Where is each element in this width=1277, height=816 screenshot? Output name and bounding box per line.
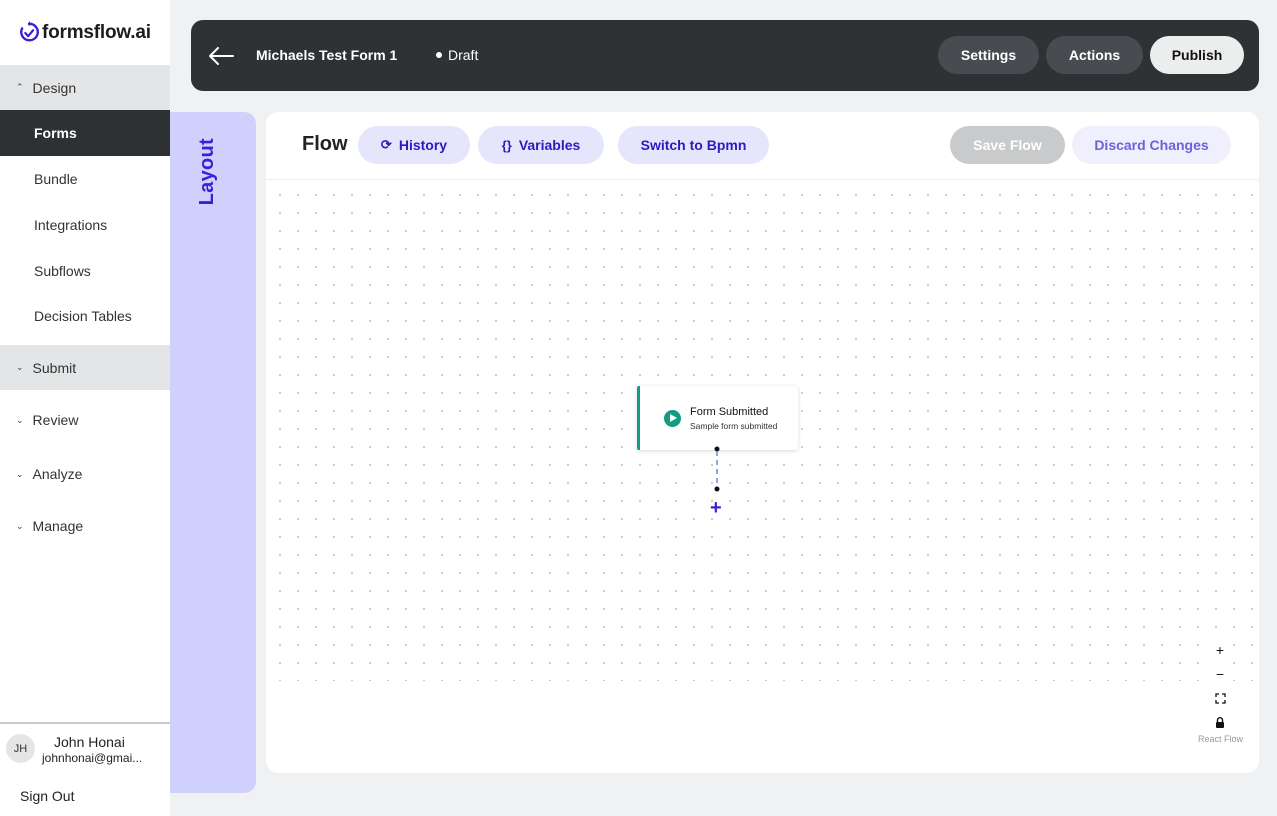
user-name: John Honai bbox=[54, 734, 125, 750]
publish-button[interactable]: Publish bbox=[1150, 36, 1244, 74]
chevron-down-icon: ⌄ bbox=[16, 414, 24, 425]
chevron-down-icon: ⌄ bbox=[16, 468, 24, 479]
brand-name: formsflow.ai bbox=[42, 22, 151, 43]
sidebar: formsflow.ai ⌃ Design Forms Bundle Integ… bbox=[0, 0, 170, 816]
flow-node-form-submitted[interactable]: Form Submitted Sample form submitted bbox=[637, 386, 798, 450]
flow-toolbar: Flow ⟳ History {} Variables Switch to Bp… bbox=[266, 112, 1259, 180]
chevron-down-icon: ⌄ bbox=[16, 520, 24, 531]
zoom-out-button[interactable]: − bbox=[1208, 662, 1232, 686]
nav-section-analyze[interactable]: ⌄ Analyze bbox=[0, 452, 170, 496]
save-flow-button[interactable]: Save Flow bbox=[950, 126, 1065, 164]
history-button[interactable]: ⟳ History bbox=[358, 126, 470, 164]
history-label: History bbox=[398, 137, 448, 153]
react-flow-attribution[interactable]: React Flow bbox=[1198, 734, 1243, 744]
nav-item-integrations[interactable]: Integrations bbox=[0, 201, 170, 248]
nav-section-label: Design bbox=[32, 79, 77, 96]
back-arrow-icon[interactable] bbox=[207, 42, 235, 70]
chevron-up-icon: ⌃ bbox=[16, 82, 24, 92]
layout-label: Layout bbox=[196, 138, 218, 206]
nav-section-design[interactable]: ⌃ Design bbox=[0, 65, 170, 110]
nav-section-submit[interactable]: ⌄ Submit bbox=[0, 345, 170, 390]
fit-view-icon bbox=[1214, 692, 1226, 704]
user-email: johnhonai@gmai... bbox=[42, 751, 143, 765]
braces-icon: {} bbox=[501, 137, 512, 153]
add-node-plus-icon[interactable]: + bbox=[710, 498, 722, 518]
avatar: JH bbox=[6, 734, 35, 763]
actions-button[interactable]: Actions bbox=[1046, 36, 1143, 74]
flow-title: Flow bbox=[302, 133, 348, 155]
formsflow-logo-icon bbox=[20, 21, 39, 42]
nav-section-manage[interactable]: ⌄ Manage bbox=[0, 504, 170, 548]
user-panel: JH John Honai johnhonai@gmai... Sign Out bbox=[0, 722, 170, 816]
nav-section-label: Review bbox=[32, 412, 79, 428]
nav-item-forms[interactable]: Forms bbox=[0, 110, 170, 156]
status-label: Draft bbox=[448, 47, 479, 63]
nav-section-review[interactable]: ⌄ Review bbox=[0, 398, 170, 442]
zoom-controls: + − bbox=[1208, 638, 1232, 734]
zoom-in-button[interactable]: + bbox=[1208, 638, 1232, 662]
discard-changes-button[interactable]: Discard Changes bbox=[1072, 126, 1231, 164]
nav-section-label: Analyze bbox=[32, 466, 83, 482]
settings-button[interactable]: Settings bbox=[938, 36, 1039, 74]
flow-canvas[interactable]: Form Submitted Sample form submitted + +… bbox=[266, 181, 1259, 744]
flow-edge-connector bbox=[714, 446, 720, 492]
target-handle-icon bbox=[714, 486, 720, 492]
variables-button[interactable]: {} Variables bbox=[478, 126, 604, 164]
variables-label: Variables bbox=[518, 137, 581, 153]
switch-to-bpmn-button[interactable]: Switch to Bpmn bbox=[618, 126, 769, 164]
history-icon: ⟳ bbox=[380, 137, 392, 152]
nav-item-decision-tables[interactable]: Decision Tables bbox=[0, 293, 170, 338]
layout-panel-toggle[interactable]: Layout bbox=[170, 112, 256, 793]
nav-section-label: Manage bbox=[32, 518, 84, 534]
lock-button[interactable] bbox=[1208, 710, 1232, 734]
node-subtitle: Sample form submitted bbox=[690, 421, 778, 431]
form-header-bar: Michaels Test Form 1 Draft Settings Acti… bbox=[191, 20, 1259, 91]
form-title: Michaels Test Form 1 bbox=[256, 47, 398, 63]
chevron-down-icon: ⌄ bbox=[16, 362, 24, 372]
nav-item-bundle[interactable]: Bundle bbox=[0, 156, 170, 201]
status-dot-icon bbox=[436, 52, 442, 58]
nav-item-subflows[interactable]: Subflows bbox=[0, 248, 170, 293]
status-badge: Draft bbox=[436, 47, 478, 63]
flow-edge bbox=[636, 449, 676, 519]
nav-section-label: Submit bbox=[32, 359, 77, 376]
sign-out-link[interactable]: Sign Out bbox=[20, 788, 74, 804]
lock-icon bbox=[1216, 716, 1224, 728]
fit-view-button[interactable] bbox=[1208, 686, 1232, 710]
source-handle-icon bbox=[714, 446, 720, 452]
node-title: Form Submitted bbox=[690, 406, 769, 418]
flow-panel: Flow ⟳ History {} Variables Switch to Bp… bbox=[266, 112, 1259, 773]
play-icon bbox=[664, 410, 681, 427]
brand-logo[interactable]: formsflow.ai bbox=[18, 19, 151, 47]
